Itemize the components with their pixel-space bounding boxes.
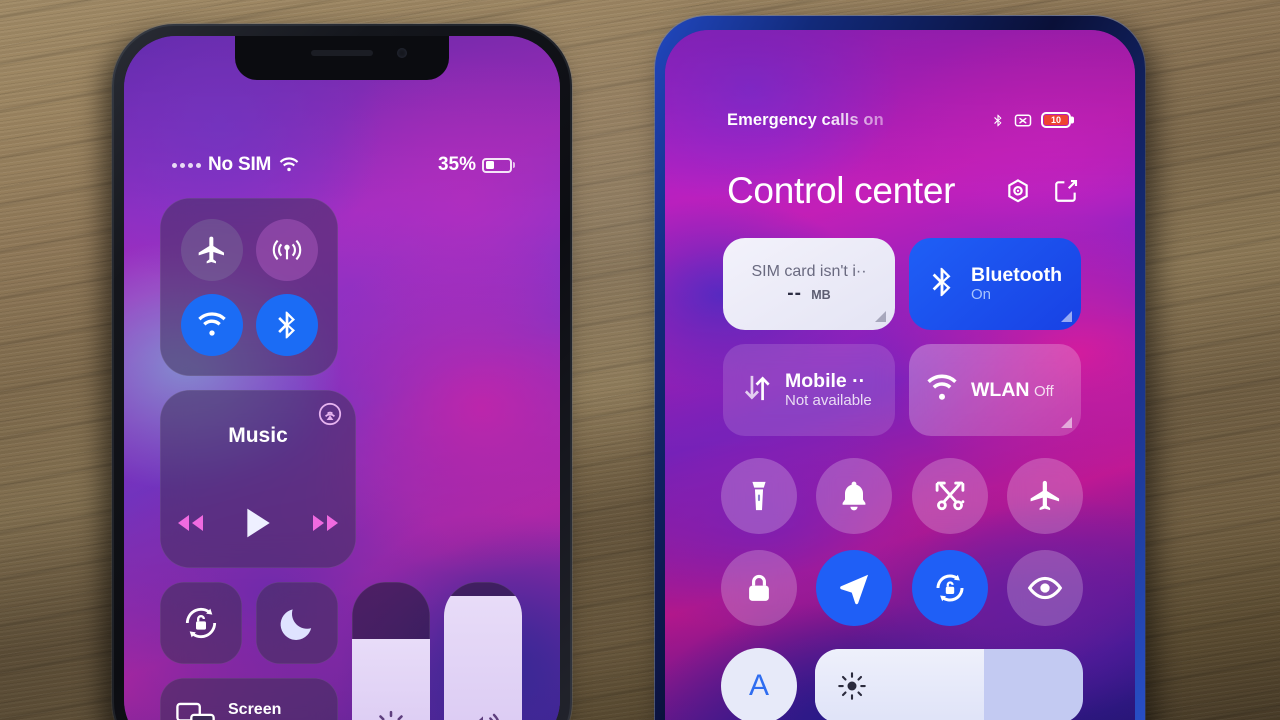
- battery-icon: [482, 157, 512, 173]
- volume-icon: [478, 713, 499, 720]
- eye-icon: [1027, 576, 1063, 600]
- airplay-icon[interactable]: [318, 402, 342, 426]
- bluetooth-label: Bluetooth: [971, 263, 1062, 286]
- data-usage-title: SIM card isn't i··: [751, 263, 867, 280]
- emergency-calls-label: Emergency calls on: [727, 110, 884, 129]
- screen-mirroring-icon: [176, 702, 215, 720]
- signal-dots-icon: [172, 162, 201, 168]
- mobile-data-label: Mobile ··: [785, 369, 866, 392]
- screenshot-toggle[interactable]: [911, 458, 988, 534]
- bluetooth-icon: [925, 265, 959, 304]
- moon-icon: [280, 609, 312, 640]
- location-toggle[interactable]: [816, 550, 893, 626]
- fast-forward-button[interactable]: [311, 512, 341, 539]
- carrier-label: No SIM: [208, 154, 272, 175]
- connectivity-module: [160, 198, 338, 376]
- screen-mirroring-button[interactable]: Screen Mirroring: [160, 678, 338, 720]
- edit-pencil-icon[interactable]: [1053, 178, 1079, 204]
- battery-icon: 10: [1041, 112, 1071, 128]
- screenshot-icon: [935, 481, 964, 511]
- rotation-lock-icon: [185, 607, 217, 639]
- ios-status-bar: No SIM 35%: [124, 152, 560, 178]
- bluetooth-tile[interactable]: Bluetooth On: [909, 238, 1081, 330]
- rewind-button[interactable]: [175, 512, 205, 539]
- wifi-icon: [197, 311, 226, 336]
- expand-corner-icon[interactable]: [1061, 417, 1072, 428]
- page-title: Control center: [727, 170, 956, 211]
- brightness-row: A: [721, 648, 1083, 720]
- rotation-lock-button[interactable]: [160, 582, 242, 664]
- auto-brightness-button[interactable]: A: [721, 648, 797, 720]
- lock-screen-toggle[interactable]: [721, 550, 797, 626]
- bluetooth-state: On: [971, 286, 992, 304]
- mobile-data-state: Not available: [785, 392, 872, 410]
- play-icon: [247, 508, 270, 538]
- bluetooth-icon: [994, 114, 1002, 126]
- miui-status-bar: Emergency calls on 10: [665, 108, 1135, 132]
- cellular-icon: [272, 239, 301, 260]
- bell-icon: [842, 481, 866, 511]
- brightness-icon: [379, 710, 403, 720]
- airplane-icon: [1030, 480, 1060, 511]
- data-usage-value: -- MB: [787, 283, 831, 304]
- brightness-icon: [838, 672, 866, 700]
- expand-corner-icon[interactable]: [875, 311, 886, 322]
- music-controls: [176, 507, 340, 544]
- fast-forward-icon: [313, 515, 338, 531]
- wifi-button[interactable]: [180, 293, 243, 356]
- android-screen[interactable]: Emergency calls on 10 Control center SIM…: [665, 30, 1135, 720]
- miui-toggle-row-2: [721, 550, 1083, 626]
- flashlight-icon: [752, 481, 766, 511]
- battery-level-label: 10: [1044, 115, 1068, 125]
- front-camera-icon: [397, 48, 407, 58]
- battery-percent-label: 35%: [437, 154, 476, 175]
- bluetooth-icon: [277, 311, 295, 338]
- brightness-slider[interactable]: [352, 582, 430, 720]
- wifi-icon: [279, 156, 299, 171]
- miui-tile-grid: SIM card isn't i·· -- MB Bluetooth On Mo…: [723, 238, 1081, 436]
- rewind-icon: [178, 515, 203, 531]
- iphone-screen[interactable]: No SIM 35% Music Screen: [124, 36, 560, 720]
- wlan-label: WLAN: [971, 378, 1030, 401]
- wlan-tile[interactable]: WLAN Off: [909, 344, 1081, 436]
- music-title: Music: [228, 424, 288, 447]
- iphone-notch: [235, 36, 449, 80]
- flashlight-toggle[interactable]: [721, 458, 797, 534]
- airplane-mode-button[interactable]: [180, 218, 243, 281]
- settings-hex-icon[interactable]: [1005, 178, 1031, 204]
- reading-mode-toggle[interactable]: [1006, 550, 1083, 626]
- bluetooth-button[interactable]: [255, 293, 318, 356]
- no-sim-icon: [1014, 114, 1032, 126]
- cellular-data-button[interactable]: [255, 218, 318, 281]
- iphone-device: No SIM 35% Music Screen: [112, 24, 572, 720]
- control-center-header: Control center: [727, 170, 1079, 212]
- mobile-data-tile[interactable]: Mobile ·· Not available: [723, 344, 895, 436]
- brightness-slider[interactable]: [815, 649, 1083, 720]
- screen-mirroring-label: Screen Mirroring: [228, 700, 298, 720]
- wlan-state: Off: [1033, 382, 1054, 400]
- earpiece-speaker-icon: [311, 50, 373, 56]
- expand-corner-icon[interactable]: [1061, 311, 1072, 322]
- music-widget[interactable]: Music: [160, 390, 356, 568]
- airplane-icon: [198, 236, 224, 263]
- data-usage-tile[interactable]: SIM card isn't i·· -- MB: [723, 238, 895, 330]
- airplane-mode-toggle[interactable]: [1006, 458, 1083, 534]
- wifi-icon: [925, 371, 959, 410]
- do-not-disturb-button[interactable]: [256, 582, 338, 664]
- ios-control-center: Music Screen: [160, 198, 524, 720]
- rotation-lock-icon: [936, 574, 964, 602]
- miui-toggle-row-1: [721, 458, 1083, 534]
- data-arrows-icon: [739, 371, 773, 410]
- play-button[interactable]: [243, 507, 273, 544]
- lock-icon: [749, 574, 769, 601]
- ios-left-column: Screen Mirroring: [160, 582, 338, 720]
- android-device: Emergency calls on 10 Control center SIM…: [655, 16, 1145, 720]
- miui-toggle-grid: [721, 458, 1083, 626]
- sound-toggle[interactable]: [816, 458, 893, 534]
- location-arrow-icon: [840, 574, 869, 605]
- volume-slider[interactable]: [444, 582, 522, 720]
- auto-rotate-toggle[interactable]: [911, 550, 988, 626]
